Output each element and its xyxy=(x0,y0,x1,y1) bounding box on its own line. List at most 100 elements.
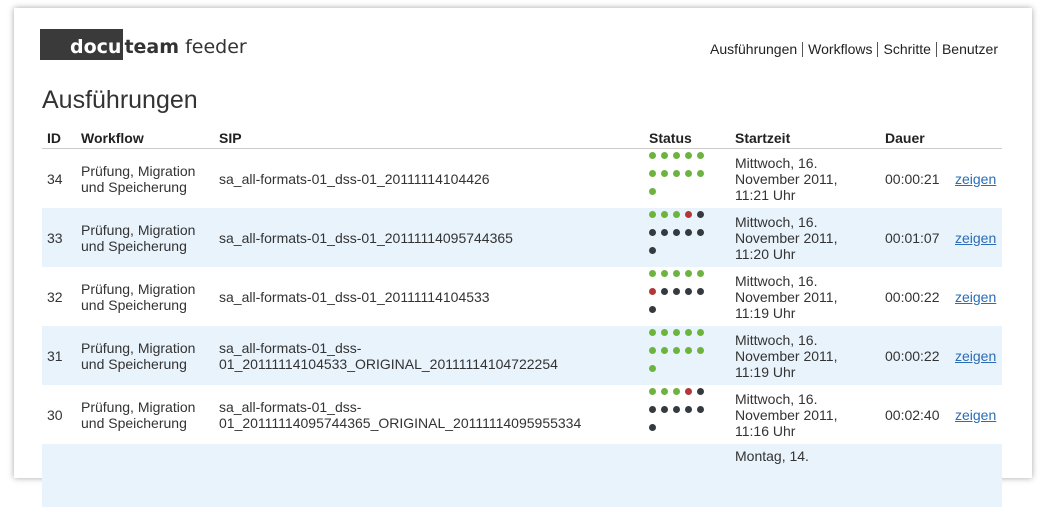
cell-dauer: 00:01:07 xyxy=(880,208,950,267)
cell-sip: sa_all-formats-01_dss-01_20111114104533_… xyxy=(214,326,644,385)
cell-sip: sa_all-formats-01_dss-01_201111140957443… xyxy=(214,208,644,267)
cell-sip: sa_all-formats-01_dss-01_201111140957443… xyxy=(219,398,582,431)
status-dot-ok xyxy=(661,210,668,218)
status-dot-pending xyxy=(697,210,704,218)
cell-id: 33 xyxy=(42,208,76,267)
table-row: 31 Prüfung, Migration und Speicherung sa… xyxy=(42,326,1002,385)
column-header-workflow: Workflow xyxy=(76,128,214,149)
cell-id: 30 xyxy=(47,406,63,423)
table-header-row: ID Workflow SIP Status Startzeit Dauer xyxy=(42,128,1002,149)
logo-docu: docu xyxy=(40,29,124,60)
logo-team: team xyxy=(124,36,180,58)
table-row-partial: Montag, 14. xyxy=(42,444,1002,507)
cell-workflow: Prüfung, Migration und Speicherung xyxy=(81,280,196,313)
nav-schritte[interactable]: Schritte xyxy=(877,42,935,57)
cell-dauer: 00:00:22 xyxy=(885,288,940,305)
executions-table: ID Workflow SIP Status Startzeit Dauer 3… xyxy=(42,128,1002,507)
table-row: 32 Prüfung, Migration und Speicherung sa… xyxy=(42,267,1002,326)
status-dot-ok xyxy=(673,346,680,354)
cell-dauer: 00:00:22 xyxy=(880,326,950,385)
show-link[interactable]: zeigen xyxy=(955,230,996,246)
table-row: 30 Prüfung, Migration und Speicherung sa… xyxy=(42,385,1002,444)
status-dot-ok xyxy=(685,151,692,159)
column-header-dauer: Dauer xyxy=(880,128,950,149)
cell-status xyxy=(644,267,730,326)
logo-feeder: feeder xyxy=(179,36,247,58)
cell-id: 32 xyxy=(47,288,63,305)
status-dot-error xyxy=(685,387,692,395)
status-dot-ok xyxy=(649,210,656,218)
status-dot-ok xyxy=(673,151,680,159)
cell-startzeit: Mittwoch, 16. November 2011, 11:20 Uhr xyxy=(730,208,880,267)
status-dot-pending xyxy=(697,228,704,236)
status-dot-ok xyxy=(673,328,680,336)
cell-status xyxy=(644,208,730,267)
cell-startzeit: Mittwoch, 16. November 2011, 11:21 Uhr xyxy=(735,154,838,203)
nav-benutzer[interactable]: Benutzer xyxy=(935,42,998,57)
cell-status xyxy=(644,326,730,385)
status-dot-ok xyxy=(661,346,668,354)
status-dot-pending xyxy=(649,305,656,313)
status-dot-ok xyxy=(661,169,668,177)
cell-action: zeigen xyxy=(950,208,1002,267)
status-dot-ok xyxy=(649,187,656,195)
status-dot-ok xyxy=(649,169,656,177)
cell-status xyxy=(644,149,730,209)
cell-sip: sa_all-formats-01_dss-01_20111114104533 xyxy=(219,288,490,305)
show-link[interactable]: zeigen xyxy=(955,348,996,364)
column-header-id: ID xyxy=(42,128,76,149)
logo-text: team feeder xyxy=(123,29,246,60)
status-dot-pending xyxy=(673,228,680,236)
status-dot-ok xyxy=(673,269,680,277)
status-dot-pending xyxy=(685,405,692,413)
cell-action: zeigen xyxy=(950,267,1002,326)
table-row: 33 Prüfung, Migration und Speicherung sa… xyxy=(42,208,1002,267)
column-header-action xyxy=(950,128,1002,149)
status-dot-pending xyxy=(685,287,692,295)
cell-id: 34 xyxy=(47,170,63,187)
status-dot-pending xyxy=(661,287,668,295)
table-row: 34 Prüfung, Migration und Speicherung sa… xyxy=(42,149,1002,209)
show-link[interactable]: zeigen xyxy=(955,289,996,305)
cell-startzeit: Mittwoch, 16. November 2011, 11:16 Uhr xyxy=(735,390,838,439)
nav-ausfuehrungen[interactable]: Ausführungen xyxy=(705,42,802,57)
status-dot-ok xyxy=(697,169,704,177)
cell-status xyxy=(644,385,730,444)
nav-workflows[interactable]: Workflows xyxy=(802,42,877,57)
status-dot-pending xyxy=(697,287,704,295)
cell-action: zeigen xyxy=(950,385,1002,444)
cell-action: zeigen xyxy=(950,149,1002,209)
status-dot-pending xyxy=(649,423,656,431)
status-dots xyxy=(649,269,709,324)
docuteam-feeder-logo[interactable]: docu team feeder xyxy=(40,29,247,60)
page-title: Ausführungen xyxy=(42,86,198,114)
show-link[interactable]: zeigen xyxy=(955,407,996,423)
status-dot-ok xyxy=(697,328,704,336)
column-header-startzeit: Startzeit xyxy=(730,128,880,149)
cell-startzeit: Montag, 14. xyxy=(730,444,880,507)
status-dot-pending xyxy=(649,405,656,413)
show-link[interactable]: zeigen xyxy=(955,171,996,187)
cell-startzeit: Mittwoch, 16. November 2011, 11:19 Uhr xyxy=(730,326,880,385)
status-dot-ok xyxy=(649,364,656,372)
cell-workflow: Prüfung, Migration und Speicherung xyxy=(76,326,214,385)
status-dots xyxy=(649,387,709,442)
status-dot-ok xyxy=(661,387,668,395)
status-dot-pending xyxy=(697,387,704,395)
status-dot-ok xyxy=(697,269,704,277)
status-dot-ok xyxy=(673,387,680,395)
status-dot-pending xyxy=(661,405,668,413)
status-dot-ok xyxy=(685,346,692,354)
status-dot-error xyxy=(649,287,656,295)
status-dot-ok xyxy=(697,151,704,159)
status-dot-ok xyxy=(697,346,704,354)
status-dot-ok xyxy=(685,169,692,177)
status-dot-pending xyxy=(673,405,680,413)
cell-workflow: Prüfung, Migration und Speicherung xyxy=(81,398,196,431)
cell-sip: sa_all-formats-01_dss-01_20111114104426 xyxy=(219,170,490,187)
status-dot-ok xyxy=(649,346,656,354)
status-dot-pending xyxy=(673,287,680,295)
column-header-sip: SIP xyxy=(214,128,644,149)
column-header-status: Status xyxy=(644,128,730,149)
status-dot-pending xyxy=(697,405,704,413)
